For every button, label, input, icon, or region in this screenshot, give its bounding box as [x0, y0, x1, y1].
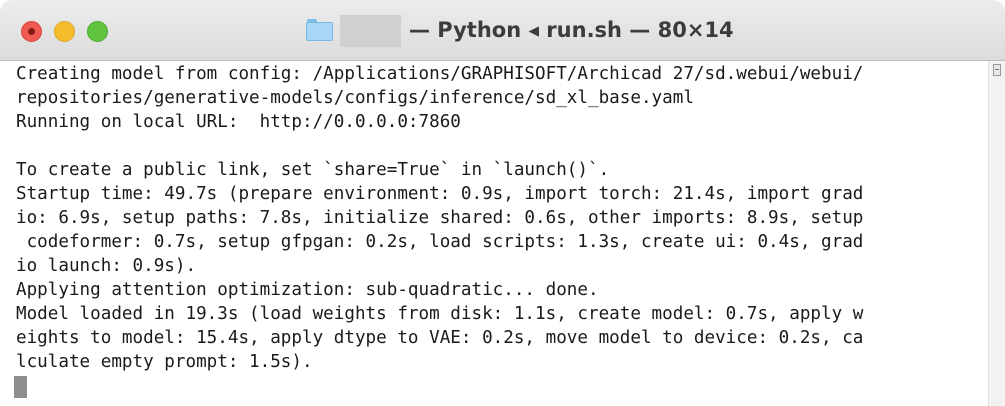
text-cursor [14, 376, 27, 398]
close-button[interactable] [21, 21, 42, 42]
zoom-button[interactable] [87, 21, 108, 42]
terminal-line: eights to model: 15.4s, apply dtype to V… [16, 328, 864, 348]
folder-icon [306, 19, 333, 41]
terminal-output[interactable]: Creating model from config: /Application… [0, 61, 988, 406]
redacted-folder-name [340, 15, 401, 47]
close-indicator-icon [28, 28, 35, 35]
folder-body [306, 22, 333, 41]
scroll-marker-icon[interactable] [993, 64, 1001, 76]
minimize-button[interactable] [54, 21, 75, 42]
window-title: — Python ◂ run.sh — 80×14 [409, 18, 734, 42]
vertical-scrollbar[interactable] [988, 61, 1005, 406]
terminal-line: To create a public link, set `share=True… [16, 160, 610, 180]
terminal-line: Startup time: 49.7s (prepare environment… [16, 184, 864, 204]
terminal-line: Creating model from config: /Application… [16, 64, 864, 84]
terminal-line: Running on local URL: http://0.0.0.0:786… [16, 112, 461, 132]
terminal-line: io: 6.9s, setup paths: 7.8s, initialize … [16, 208, 864, 228]
terminal-line: repositories/generative-models/configs/i… [16, 88, 694, 108]
terminal-line: Applying attention optimization: sub-qua… [16, 280, 599, 300]
terminal-line: io launch: 0.9s). [16, 256, 197, 276]
terminal-line: Model loaded in 19.3s (load weights from… [16, 304, 864, 324]
terminal-line: codeformer: 0.7s, setup gfpgan: 0.2s, lo… [16, 232, 864, 252]
terminal-window: — Python ◂ run.sh — 80×14 Creating model… [0, 0, 1005, 406]
title-bar[interactable]: — Python ◂ run.sh — 80×14 [0, 0, 1005, 61]
terminal-line: lculate empty prompt: 1.5s). [16, 352, 313, 372]
